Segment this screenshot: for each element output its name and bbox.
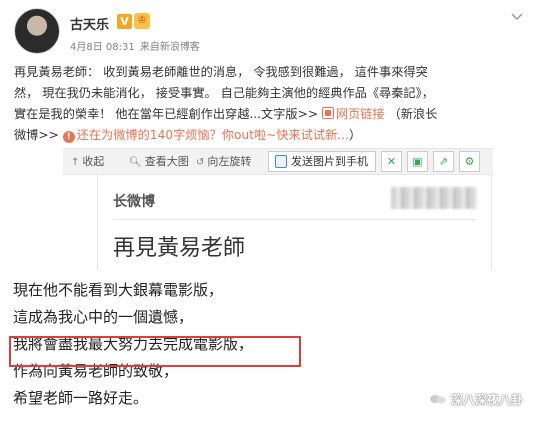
post-date[interactable]: 4月8日 08:31 <box>70 42 135 53</box>
post-source[interactable]: 新浪博客 <box>160 42 200 53</box>
wechat-icon <box>429 393 447 405</box>
watermark-text: 深八深夜八卦 <box>450 393 523 407</box>
rotate-left-button[interactable]: ↺ 向左旋转 <box>196 149 251 174</box>
send-to-phone-label: 发送图片到手机 <box>291 155 368 168</box>
post-meta: 4月8日 08:31 来自新浪博客 <box>70 38 200 53</box>
highlight-box <box>9 336 301 367</box>
view-large-button[interactable]: 🔍︎ 查看大图 <box>129 149 189 174</box>
promo-link[interactable]: ! 还在为微博的140字烦恼？你out啦~快来试试新... <box>62 128 349 143</box>
watermark: 深八深夜八卦 <box>429 391 523 408</box>
vip-crown-icon: ♔ <box>134 13 150 29</box>
send-to-phone-button[interactable]: 发送图片到手机 <box>268 151 376 172</box>
long-weibo-link[interactable]: 微博>> <box>14 128 59 142</box>
collapse-label: 收起 <box>82 155 105 168</box>
promo-label: 还在为微博的140字烦恼？你out啦~快来试试新... <box>76 128 349 142</box>
view-large-label: 查看大图 <box>144 155 189 168</box>
article-line: 這成為我心中的一個遺憾， <box>13 308 194 326</box>
save-icon: ▣ <box>412 155 423 168</box>
username[interactable]: 古天乐 <box>70 14 109 33</box>
warning-icon: ! <box>62 131 75 143</box>
chevron-down-icon[interactable] <box>511 12 523 22</box>
long-weibo-card: 长微博 再見黃易老師 <box>97 175 492 270</box>
post-text-line: 然， 現在我仍未能消化， 接受事實。 自己能夠主演他的經典作品《尋秦記》， <box>14 86 434 100</box>
expand-icon: ✕ <box>386 155 397 168</box>
article-title: 再見黃易老師 <box>113 236 246 261</box>
link-icon <box>321 107 334 119</box>
gear-icon: ⚙ <box>464 155 475 168</box>
rotate-left-icon: ↺ <box>196 157 205 168</box>
post-text-line: 再見黃易老師： 收到黃易老師離世的消息， 令我感到很難過， 這件事來得突 <box>14 65 428 79</box>
post-text: 再見黃易老師： 收到黃易老師離世的消息， 令我感到很難過， 這件事來得突 然， … <box>14 62 526 146</box>
long-weibo-brand: 长微博 <box>113 194 155 210</box>
arrow-up-icon: ↑ <box>71 157 80 168</box>
web-link[interactable]: 网页链接 <box>321 107 385 121</box>
divider <box>113 219 476 220</box>
verified-badge-icon: V <box>117 14 132 29</box>
post-text-line: 實在是我的榮幸！ 他在當年已經創作出穿越...文字版>> 网页链接 （新浪长 <box>14 104 526 125</box>
article-line: 現在他不能看到大銀幕電影版， <box>13 281 224 299</box>
phone-icon <box>275 155 287 168</box>
rotate-left-label: 向左旋转 <box>207 155 252 168</box>
search-icon: 🔍︎ <box>129 157 142 168</box>
fullscreen-button[interactable]: ✕ <box>381 151 402 172</box>
share-icon: ⇗ <box>438 155 449 168</box>
post-text-line: 微博>> ! 还在为微博的140字烦恼？你out啦~快来试试新...） <box>14 125 526 146</box>
post-text-segment: ） <box>348 128 362 142</box>
blurred-author <box>391 187 477 209</box>
post-text-segment: 實在是我的榮幸！ 他在當年已經創作出穿越...文字版>> <box>14 107 319 121</box>
settings-button[interactable]: ⚙ <box>459 151 480 172</box>
avatar[interactable] <box>14 8 60 54</box>
image-toolbar: ↑ 收起 🔍︎ 查看大图 ↺ 向左旋转 发送图片到手机 ✕ ▣ ⇗ ⚙ <box>63 148 493 175</box>
weibo-post-card: 古天乐 V ♔ 4月8日 08:31 来自新浪博客 再見黃易老師： 收到黃易老師… <box>0 0 537 148</box>
save-button[interactable]: ▣ <box>407 151 428 172</box>
share-button[interactable]: ⇗ <box>433 151 454 172</box>
post-text-segment: （新浪长 <box>388 107 438 121</box>
web-link-label: 网页链接 <box>335 107 385 121</box>
collapse-button[interactable]: ↑ 收起 <box>71 149 104 174</box>
from-label: 来自 <box>139 42 160 53</box>
